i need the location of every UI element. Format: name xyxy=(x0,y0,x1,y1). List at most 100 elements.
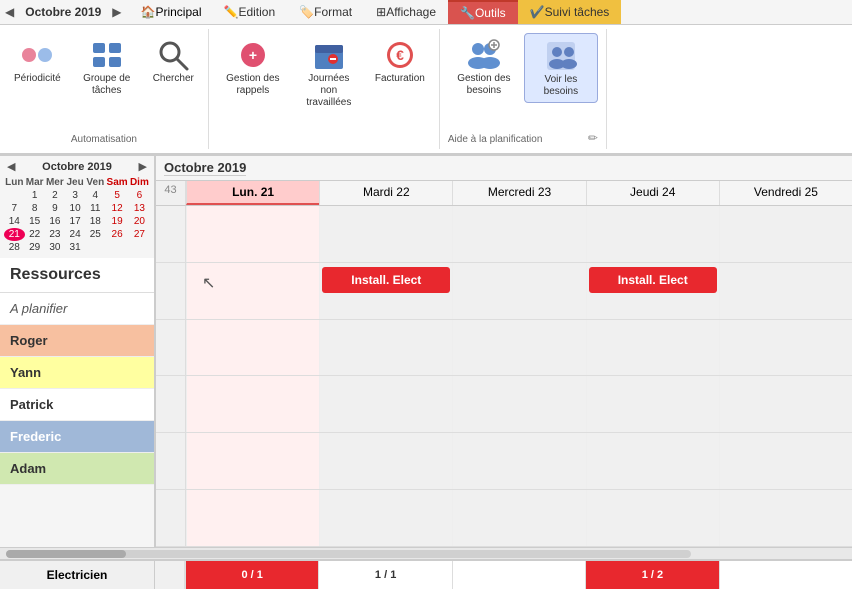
next-month-button[interactable]: ▶ xyxy=(107,3,126,21)
cal-day[interactable] xyxy=(85,241,105,254)
facturation-button[interactable]: € Facturation xyxy=(369,33,431,89)
cell-patrick-jeu24[interactable] xyxy=(586,376,719,432)
cell-yann-mer23[interactable] xyxy=(452,320,585,376)
resource-item-a-planifier[interactable]: A planifier xyxy=(0,293,154,325)
horizontal-scroll-thumb[interactable] xyxy=(6,550,126,558)
cal-day[interactable]: 24 xyxy=(65,228,85,241)
cell-adam-mar22[interactable] xyxy=(319,490,452,546)
groupe-taches-button[interactable]: Groupe de tâches xyxy=(71,33,143,101)
cal-day[interactable]: 25 xyxy=(85,228,105,241)
cell-roger-mer23[interactable] xyxy=(452,263,585,319)
task-install-elect-roger-jeu24[interactable]: Install. Elect xyxy=(589,267,717,293)
cal-day[interactable] xyxy=(105,241,128,254)
resource-item-yann[interactable]: Yann xyxy=(0,357,154,389)
cell-frederic-ven25[interactable] xyxy=(719,433,852,489)
cal-day[interactable]: 22 xyxy=(25,228,45,241)
cal-day[interactable]: 17 xyxy=(65,215,85,228)
cal-day[interactable]: 15 xyxy=(25,215,45,228)
cal-day[interactable]: 28 xyxy=(4,241,25,254)
cal-day[interactable]: 19 xyxy=(105,215,128,228)
cal-day[interactable]: 8 xyxy=(25,202,45,215)
cal-day[interactable] xyxy=(4,189,25,202)
tab-edition[interactable]: ✏️ Edition xyxy=(212,0,288,24)
cell-a-planifier-lun21[interactable] xyxy=(186,206,319,262)
tab-principal[interactable]: 🏠 Principal xyxy=(131,0,212,24)
tab-suivi[interactable]: ✔️ Suivi tâches xyxy=(518,0,622,24)
cal-day[interactable]: 5 xyxy=(105,189,128,202)
cal-day[interactable]: 27 xyxy=(129,228,150,241)
chercher-button[interactable]: Chercher xyxy=(147,33,200,89)
mini-cal-next[interactable]: ▶ xyxy=(136,160,150,173)
cell-adam-mer23[interactable] xyxy=(452,490,585,546)
cell-a-planifier-jeu24[interactable] xyxy=(586,206,719,262)
cal-day[interactable]: 10 xyxy=(65,202,85,215)
cell-frederic-mar22[interactable] xyxy=(319,433,452,489)
cal-day[interactable]: 7 xyxy=(4,202,25,215)
cal-day[interactable]: 30 xyxy=(45,241,65,254)
resource-item-adam[interactable]: Adam xyxy=(0,453,154,485)
cal-day[interactable]: 23 xyxy=(45,228,65,241)
gestion-besoins-button[interactable]: Gestion des besoins xyxy=(448,33,520,101)
cal-day[interactable]: 1 xyxy=(25,189,45,202)
cell-frederic-lun21[interactable] xyxy=(186,433,319,489)
cell-yann-mar22[interactable] xyxy=(319,320,452,376)
resource-item-frederic[interactable]: Frederic xyxy=(0,421,154,453)
cell-a-planifier-ven25[interactable] xyxy=(719,206,852,262)
prev-month-button[interactable]: ◀ xyxy=(0,3,19,21)
horizontal-scroll-track[interactable] xyxy=(6,550,691,558)
mini-cal-prev[interactable]: ◀ xyxy=(4,160,18,173)
cell-roger-jeu24[interactable]: Install. Elect xyxy=(586,263,719,319)
cell-yann-lun21[interactable] xyxy=(186,320,319,376)
cal-day-today[interactable]: 21 xyxy=(4,228,25,241)
cell-frederic-jeu24[interactable] xyxy=(586,433,719,489)
cal-day[interactable]: 2 xyxy=(45,189,65,202)
cal-day[interactable]: 3 xyxy=(65,189,85,202)
day-header-lun21[interactable]: Lun. 21 xyxy=(186,181,319,205)
cal-day[interactable]: 11 xyxy=(85,202,105,215)
cal-day[interactable]: 31 xyxy=(65,241,85,254)
voir-besoins-button[interactable]: Voir les besoins xyxy=(524,33,598,103)
cell-adam-jeu24[interactable] xyxy=(586,490,719,546)
cell-frederic-mer23[interactable] xyxy=(452,433,585,489)
cell-patrick-ven25[interactable] xyxy=(719,376,852,432)
cal-day[interactable]: 29 xyxy=(25,241,45,254)
cal-day[interactable]: 12 xyxy=(105,202,128,215)
cell-roger-lun21[interactable]: ↖ xyxy=(186,263,319,319)
cal-day[interactable]: 16 xyxy=(45,215,65,228)
footer-cells: 0 / 1 1 / 1 1 / 2 xyxy=(155,561,852,589)
cal-day[interactable]: 4 xyxy=(85,189,105,202)
cal-day[interactable]: 13 xyxy=(129,202,150,215)
cal-day[interactable]: 9 xyxy=(45,202,65,215)
cell-patrick-mar22[interactable] xyxy=(319,376,452,432)
cal-day[interactable]: 6 xyxy=(129,189,150,202)
task-install-elect-roger-mar22[interactable]: Install. Elect xyxy=(322,267,450,293)
periodicite-button[interactable]: Périodicité xyxy=(8,33,67,89)
cell-patrick-lun21[interactable] xyxy=(186,376,319,432)
day-header-mer23[interactable]: Mercredi 23 xyxy=(452,181,585,205)
day-header-jeu24[interactable]: Jeudi 24 xyxy=(586,181,719,205)
cell-adam-ven25[interactable] xyxy=(719,490,852,546)
cell-adam-lun21[interactable] xyxy=(186,490,319,546)
cell-patrick-mer23[interactable] xyxy=(452,376,585,432)
gestion-rappels-button[interactable]: + Gestion des rappels xyxy=(217,33,289,101)
cell-roger-ven25[interactable] xyxy=(719,263,852,319)
cell-yann-jeu24[interactable] xyxy=(586,320,719,376)
tab-format[interactable]: 🏷️ Format xyxy=(287,0,364,24)
cell-yann-ven25[interactable] xyxy=(719,320,852,376)
day-header-mar22[interactable]: Mardi 22 xyxy=(319,181,452,205)
cal-day[interactable]: 18 xyxy=(85,215,105,228)
cell-a-planifier-mer23[interactable] xyxy=(452,206,585,262)
cal-day[interactable]: 14 xyxy=(4,215,25,228)
tab-affichage[interactable]: ⊞ Affichage xyxy=(364,0,448,24)
day-header-ven25[interactable]: Vendredi 25 xyxy=(719,181,852,205)
cal-day[interactable] xyxy=(129,241,150,254)
cell-a-planifier-mar22[interactable] xyxy=(319,206,452,262)
journees-non-travaillees-button[interactable]: Journées non travaillées xyxy=(293,33,365,113)
resource-item-patrick[interactable]: Patrick xyxy=(0,389,154,421)
cell-roger-mar22[interactable]: Install. Elect xyxy=(319,263,452,319)
left-panel: ◀ Octobre 2019 ▶ Lun Mar Mer Jeu Ven Sam… xyxy=(0,156,155,547)
tab-outils[interactable]: 🔧 Outils xyxy=(448,0,518,24)
cal-day[interactable]: 26 xyxy=(105,228,128,241)
cal-day[interactable]: 20 xyxy=(129,215,150,228)
resource-item-roger[interactable]: Roger xyxy=(0,325,154,357)
